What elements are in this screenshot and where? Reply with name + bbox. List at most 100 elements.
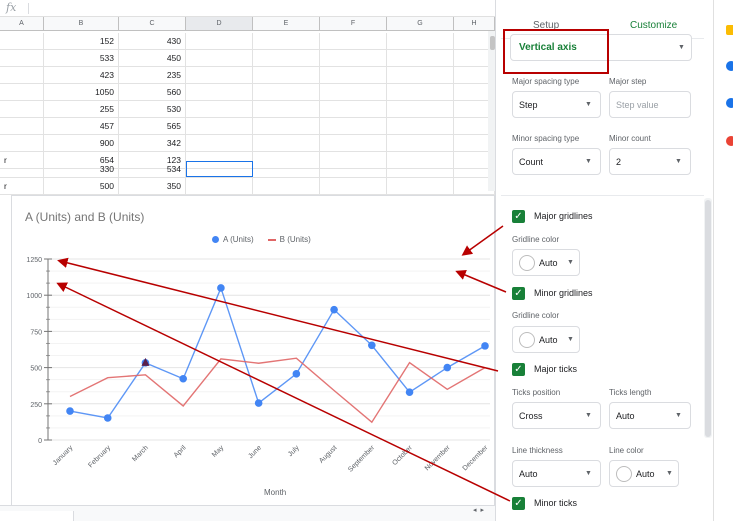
cell-c[interactable]: 350 xyxy=(119,178,186,195)
cell-a[interactable] xyxy=(0,50,44,67)
column-header-e[interactable]: E xyxy=(253,17,320,31)
cell-g[interactable] xyxy=(387,118,454,135)
cell-b[interactable]: 1050 xyxy=(44,84,119,101)
cell-d[interactable] xyxy=(186,50,253,67)
cell-e[interactable] xyxy=(253,84,320,101)
cell-a[interactable] xyxy=(0,67,44,84)
cell-a[interactable] xyxy=(0,33,44,50)
column-header-a[interactable]: A xyxy=(0,17,44,31)
cell-e[interactable] xyxy=(253,118,320,135)
cell-c[interactable]: 235 xyxy=(119,67,186,84)
cell-e[interactable] xyxy=(253,135,320,152)
cell-g[interactable] xyxy=(387,33,454,50)
ticks-length-select[interactable]: Auto ▼ xyxy=(609,402,691,429)
y-tick-label: 1000 xyxy=(26,293,42,300)
ticks-position-select[interactable]: Cross ▼ xyxy=(512,402,601,429)
cell-f[interactable] xyxy=(320,161,387,178)
cell-e[interactable] xyxy=(253,67,320,84)
section-divider xyxy=(501,195,704,196)
cell-c[interactable]: 560 xyxy=(119,84,186,101)
cell-b[interactable]: 152 xyxy=(44,33,119,50)
cell-f[interactable] xyxy=(320,67,387,84)
cell-b[interactable]: 900 xyxy=(44,135,119,152)
minor-ticks-checkbox[interactable]: ✓ xyxy=(512,497,525,510)
cell-c[interactable]: 342 xyxy=(119,135,186,152)
column-header-h[interactable]: H xyxy=(454,17,495,31)
cell-g[interactable] xyxy=(387,161,454,178)
cell-c[interactable]: 450 xyxy=(119,50,186,67)
cell-f[interactable] xyxy=(320,33,387,50)
cell-g[interactable] xyxy=(387,50,454,67)
cell-a[interactable] xyxy=(0,101,44,118)
cell-f[interactable] xyxy=(320,84,387,101)
cell-b[interactable]: 457 xyxy=(44,118,119,135)
cell-g[interactable] xyxy=(387,178,454,195)
major-spacing-type-select[interactable]: Step ▼ xyxy=(512,91,601,118)
cell-b[interactable]: 255 xyxy=(44,101,119,118)
column-header-b[interactable]: B xyxy=(44,17,119,31)
major-ticks-checkbox[interactable]: ✓ xyxy=(512,363,525,376)
cell-b[interactable]: 533 xyxy=(44,50,119,67)
cell-g[interactable] xyxy=(387,101,454,118)
cell-g[interactable] xyxy=(387,67,454,84)
minor-gridline-color-label: Gridline color xyxy=(512,311,560,320)
cell-f[interactable] xyxy=(320,50,387,67)
cell-g[interactable] xyxy=(387,84,454,101)
column-header-d[interactable]: D xyxy=(186,17,253,31)
cell-d[interactable] xyxy=(186,178,253,195)
minor-gridlines-checkbox[interactable]: ✓ xyxy=(512,287,525,300)
cell-e[interactable] xyxy=(253,178,320,195)
cell-c[interactable]: 565 xyxy=(119,118,186,135)
cell-f[interactable] xyxy=(320,101,387,118)
cell-b[interactable]: 330 xyxy=(44,161,119,178)
column-header-g[interactable]: G xyxy=(387,17,454,31)
sheet-horizontal-scrollbar[interactable] xyxy=(0,505,495,521)
line-color-select[interactable]: Auto ▼ xyxy=(609,460,679,487)
line-thickness-select[interactable]: Auto ▼ xyxy=(512,460,601,487)
keep-icon[interactable] xyxy=(726,25,733,35)
cell-f[interactable] xyxy=(320,118,387,135)
cell-d[interactable] xyxy=(186,101,253,118)
cell-e[interactable] xyxy=(253,50,320,67)
major-gridline-color-select[interactable]: Auto ▼ xyxy=(512,249,580,276)
table-row: r 500 350 xyxy=(0,178,495,195)
cell-c[interactable]: 530 xyxy=(119,101,186,118)
cell-a[interactable]: r xyxy=(0,178,44,195)
minor-count-select[interactable]: 2 ▼ xyxy=(609,148,691,175)
minor-gridline-color-select[interactable]: Auto ▼ xyxy=(512,326,580,353)
cell-e[interactable] xyxy=(253,101,320,118)
major-gridlines-checkbox[interactable]: ✓ xyxy=(512,210,525,223)
cell-d[interactable] xyxy=(186,67,253,84)
cell-d[interactable] xyxy=(186,135,253,152)
column-header-c[interactable]: C xyxy=(119,17,186,31)
cell-a[interactable] xyxy=(0,118,44,135)
cell-b[interactable]: 500 xyxy=(44,178,119,195)
major-step-input[interactable]: Step value xyxy=(609,91,691,118)
cell-c[interactable]: 534 xyxy=(119,161,186,178)
maps-icon[interactable] xyxy=(726,136,733,146)
cell-a[interactable] xyxy=(0,84,44,101)
cell-g[interactable] xyxy=(387,135,454,152)
contacts-icon[interactable] xyxy=(726,98,733,108)
tasks-icon[interactable] xyxy=(726,61,733,71)
minor-spacing-type-select[interactable]: Count ▼ xyxy=(512,148,601,175)
panel-scroll-thumb[interactable] xyxy=(705,200,711,437)
cell-b[interactable]: 423 xyxy=(44,67,119,84)
cell-f[interactable] xyxy=(320,178,387,195)
cell-e[interactable] xyxy=(253,33,320,50)
cell-d[interactable] xyxy=(186,84,253,101)
column-header-f[interactable]: F xyxy=(320,17,387,31)
cell-e[interactable] xyxy=(253,161,320,178)
cell-d[interactable] xyxy=(186,118,253,135)
cell-f[interactable] xyxy=(320,135,387,152)
cell-c[interactable]: 430 xyxy=(119,33,186,50)
sheet-tab[interactable] xyxy=(0,511,74,521)
tab-customize[interactable]: Customize xyxy=(630,20,677,31)
ticks-position-value: Cross xyxy=(519,411,543,421)
formula-bar[interactable]: fx xyxy=(0,0,495,17)
cell-a[interactable] xyxy=(0,135,44,152)
scroll-arrows-icon[interactable]: ◂▸ xyxy=(473,506,488,514)
cell-d[interactable] xyxy=(186,33,253,50)
cell-a[interactable] xyxy=(0,161,44,178)
chart[interactable]: A (Units) and B (Units) A (Units) B (Uni… xyxy=(11,195,495,513)
